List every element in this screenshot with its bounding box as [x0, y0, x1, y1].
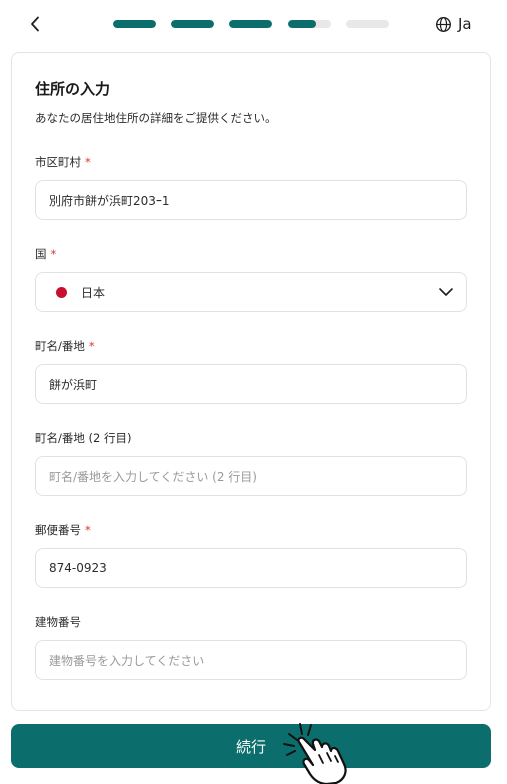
back-button[interactable]	[24, 12, 46, 36]
city-label-text: 市区町村	[35, 155, 81, 169]
building-number-label: 建物番号	[35, 614, 81, 630]
globe-icon	[436, 16, 451, 32]
chevron-left-icon	[31, 16, 39, 32]
street-label-text: 町名/番地	[35, 339, 85, 353]
page-subtitle: あなたの居住地住所の詳細をご提供ください。	[35, 111, 277, 125]
country-label-text: 国	[35, 247, 47, 261]
progress-step	[113, 20, 156, 28]
required-marker: *	[85, 523, 91, 537]
country-label: 国 *	[35, 246, 56, 262]
required-marker: *	[88, 339, 95, 353]
progress-step-fill	[113, 20, 156, 28]
page-title: 住所の入力	[35, 80, 111, 98]
street-input[interactable]: 餅が浜町	[35, 364, 467, 404]
top-bar: Ja	[0, 0, 507, 48]
required-marker: *	[50, 247, 57, 261]
required-marker: *	[85, 155, 91, 169]
continue-button[interactable]: 続行	[11, 724, 491, 768]
postal-code-input[interactable]: 874-0923	[35, 548, 467, 588]
progress-step-fill	[171, 20, 214, 28]
country-value: 日本	[81, 285, 106, 300]
chevron-down-icon	[439, 288, 453, 296]
street2-input[interactable]: 町名/番地を入力してください (2 行目)	[35, 456, 467, 496]
street2-label-suffix: (2 行目)	[88, 431, 132, 445]
street2-label: 町名/番地 (2 行目)	[35, 430, 131, 446]
building-number-input[interactable]: 建物番号を入力してください	[35, 640, 467, 680]
address-form-card: 住所の入力 あなたの居住地住所の詳細をご提供ください。 市区町村 * 別府市餅が浜…	[11, 52, 491, 711]
progress-step-fill	[288, 20, 316, 28]
city-label: 市区町村 *	[35, 154, 91, 170]
progress-step	[346, 20, 389, 28]
street2-label-text: 町名/番地	[35, 431, 85, 445]
japan-flag-icon	[56, 286, 67, 298]
progress-step	[171, 20, 214, 28]
postal-code-label-text: 郵便番号	[35, 523, 81, 537]
language-label: Ja	[458, 15, 472, 33]
progress-step	[229, 20, 272, 28]
language-selector[interactable]: Ja	[435, 13, 472, 35]
postal-code-label: 郵便番号 *	[35, 522, 91, 538]
city-input[interactable]: 別府市餅が浜町203ｰ1	[35, 180, 467, 220]
building-number-label-text: 建物番号	[35, 615, 81, 629]
country-select[interactable]: 日本	[35, 272, 467, 312]
progress-step	[288, 20, 331, 28]
street-label: 町名/番地 *	[35, 338, 95, 354]
progress-step-fill	[229, 20, 272, 28]
